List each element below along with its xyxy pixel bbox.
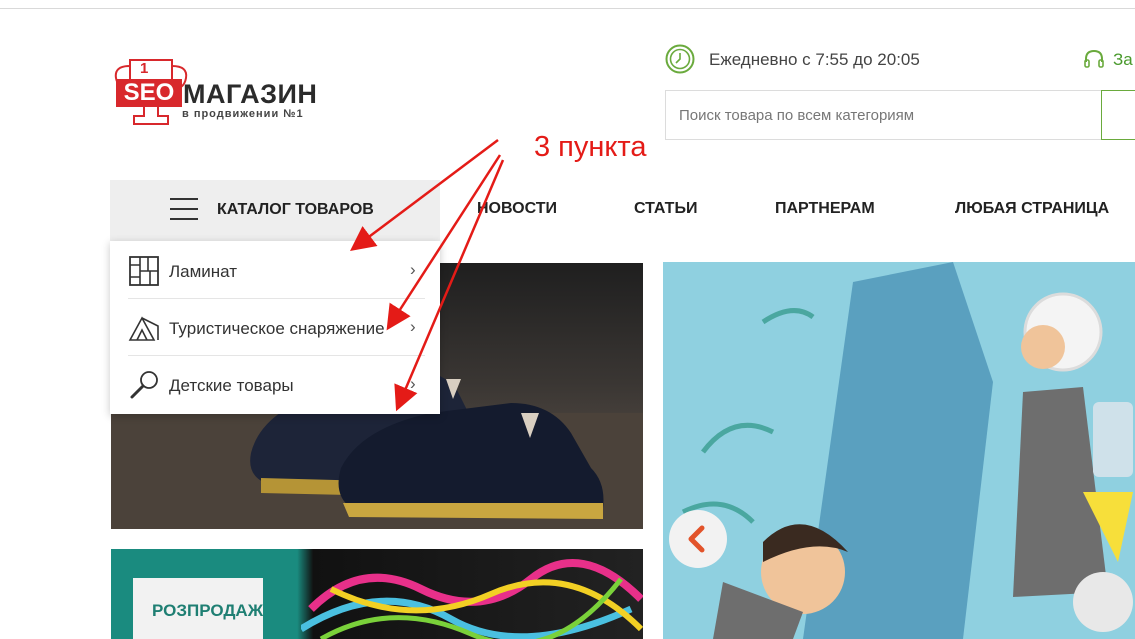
sale-label: РОЗПРОДАЖ xyxy=(152,601,264,620)
laminate-icon xyxy=(129,256,159,286)
promo-banner-sale[interactable] xyxy=(111,549,643,639)
nav-news[interactable]: НОВОСТИ xyxy=(477,200,557,218)
nav-partners[interactable]: ПАРТНЕРАМ xyxy=(775,200,875,218)
hero-slider[interactable] xyxy=(663,262,1135,639)
chevron-right-icon: › xyxy=(410,317,416,336)
catalog-label: КАТАЛОГ ТОВАРОВ xyxy=(217,201,374,218)
catalog-item-label: Детские товары xyxy=(169,376,294,395)
annotation-label: 3 пункта xyxy=(534,131,647,163)
logo-tagline: в продвижении №1 xyxy=(182,108,304,120)
catalog-item-kids[interactable]: Детские товары › xyxy=(128,355,425,412)
catalog-dropdown: Ламинат › Туристическое снаряжение › Дет… xyxy=(110,241,440,414)
colorful-laces-image xyxy=(301,559,643,639)
working-hours: Ежедневно с 7:55 до 20:05 xyxy=(709,50,920,69)
chevron-right-icon: › xyxy=(410,374,416,393)
catalog-item-tourism[interactable]: Туристическое снаряжение › xyxy=(128,298,425,356)
catalog-item-label: Туристическое снаряжение xyxy=(169,319,385,338)
top-divider xyxy=(0,8,1135,9)
search-input[interactable] xyxy=(665,90,1103,140)
headset-icon xyxy=(1084,49,1104,68)
catalog-item-laminate[interactable]: Ламинат › xyxy=(128,241,425,299)
logo-shop-name: МАГАЗИН xyxy=(183,79,318,109)
nav-articles[interactable]: СТАТЬИ xyxy=(634,200,697,218)
logo-cup-number: 1 xyxy=(140,60,149,77)
slider-prev-button[interactable] xyxy=(669,510,727,568)
hamburger-icon xyxy=(170,198,198,222)
rattle-icon xyxy=(130,371,158,399)
nav-any-page[interactable]: ЛЮБАЯ СТРАНИЦА xyxy=(955,200,1109,218)
catalog-item-label: Ламинат xyxy=(169,262,238,281)
jetpack-illustration xyxy=(681,262,1133,639)
logo-seo: SEO xyxy=(116,79,182,107)
tent-icon xyxy=(128,316,159,341)
chevron-right-icon: › xyxy=(410,260,416,279)
callback-link[interactable]: За xyxy=(1113,50,1133,70)
chevron-left-icon xyxy=(688,525,705,553)
clock-icon xyxy=(665,44,695,74)
catalog-button[interactable]: КАТАЛОГ ТОВАРОВ xyxy=(110,180,440,241)
search-button[interactable] xyxy=(1101,90,1135,140)
